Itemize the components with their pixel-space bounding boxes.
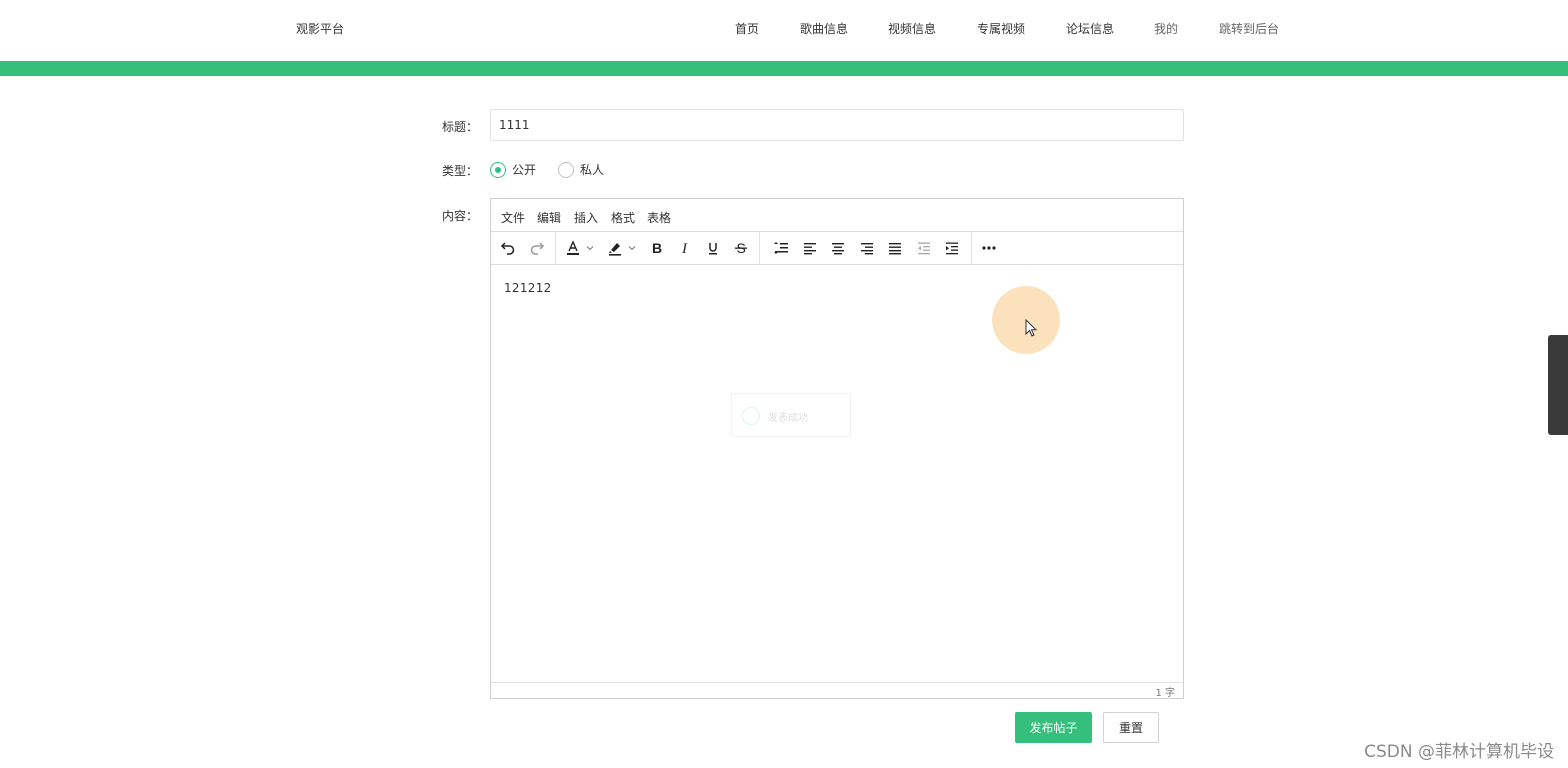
radio-private-indicator[interactable] [558,161,574,178]
toast-text: 发表成功 [768,413,808,424]
indent-icon[interactable] [942,238,962,258]
watermark: CSDN @菲林计算机毕设 [1364,742,1554,762]
nav-item-videos[interactable]: 视频信息 [888,20,936,37]
top-header: 观影平台 首页 歌曲信息 视频信息 专属视频 论坛信息 我的 跳转到后台 [0,0,1568,61]
title-label: 标题： [442,120,479,134]
outdent-icon[interactable] [914,238,934,258]
menu-file[interactable]: 文件 [501,209,525,226]
toolbar-separator [759,232,760,264]
main-nav: 首页 歌曲信息 视频信息 专属视频 论坛信息 我的 跳转到后台 [0,20,1568,38]
svg-text:B: B [652,240,662,256]
editor-toolbar: B I S [491,232,1183,265]
radio-private[interactable]: 私人 [558,161,604,178]
side-float-tab[interactable] [1548,335,1568,435]
mouse-cursor-icon [1025,319,1038,337]
radio-public[interactable]: 公开 [490,161,536,178]
rich-text-editor: 文件 编辑 插入 格式 表格 B I S 121212 1 字 [490,198,1184,699]
align-right-icon[interactable] [857,238,877,258]
menu-insert[interactable]: 插入 [574,209,598,226]
publish-post-button[interactable]: 发布帖子 [1015,712,1092,743]
nav-item-songs[interactable]: 歌曲信息 [800,20,848,37]
svg-text:I: I [681,241,688,256]
line-height-icon[interactable] [771,238,791,258]
highlight-chevron-down-icon[interactable] [626,238,638,258]
underline-icon[interactable] [703,238,723,258]
align-justify-icon[interactable] [885,238,905,258]
content-label: 内容： [442,209,479,223]
radio-public-label: 公开 [512,163,537,177]
strikethrough-icon[interactable]: S [731,238,751,258]
text-color-icon[interactable] [563,238,583,258]
success-toast: 发表成功 [731,393,851,437]
text-color-chevron-down-icon[interactable] [584,238,596,258]
nav-item-admin[interactable]: 跳转到后台 [1219,20,1279,37]
undo-icon[interactable] [498,238,518,258]
reset-button[interactable]: 重置 [1103,712,1159,743]
editor-content-text: 121212 [504,281,552,295]
smile-icon [742,407,760,425]
nav-item-home[interactable]: 首页 [735,20,759,37]
redo-icon[interactable] [527,238,547,258]
accent-bar [0,61,1568,76]
italic-icon[interactable]: I [675,238,695,258]
radio-private-label: 私人 [580,163,605,177]
more-icon[interactable] [979,238,999,258]
editor-statusbar: 1 字 [491,682,1183,699]
word-count: 1 字 [1155,688,1175,699]
editor-menubar: 文件 编辑 插入 格式 表格 [491,199,1183,232]
title-input[interactable] [490,109,1184,141]
highlight-color-icon[interactable] [605,238,625,258]
menu-edit[interactable]: 编辑 [537,209,561,226]
nav-item-mine[interactable]: 我的 [1154,20,1178,37]
menu-table[interactable]: 表格 [647,209,671,226]
toolbar-separator [971,232,972,264]
nav-item-exclusive-videos[interactable]: 专属视频 [977,20,1025,37]
editor-content-area[interactable]: 121212 [491,265,1183,684]
bold-icon[interactable]: B [647,238,667,258]
menu-format[interactable]: 格式 [611,209,635,226]
align-center-icon[interactable] [828,238,848,258]
align-left-icon[interactable] [800,238,820,258]
toolbar-separator [555,232,556,264]
radio-public-indicator[interactable] [490,161,506,178]
type-label: 类型： [442,164,479,178]
nav-item-forum[interactable]: 论坛信息 [1066,20,1114,37]
